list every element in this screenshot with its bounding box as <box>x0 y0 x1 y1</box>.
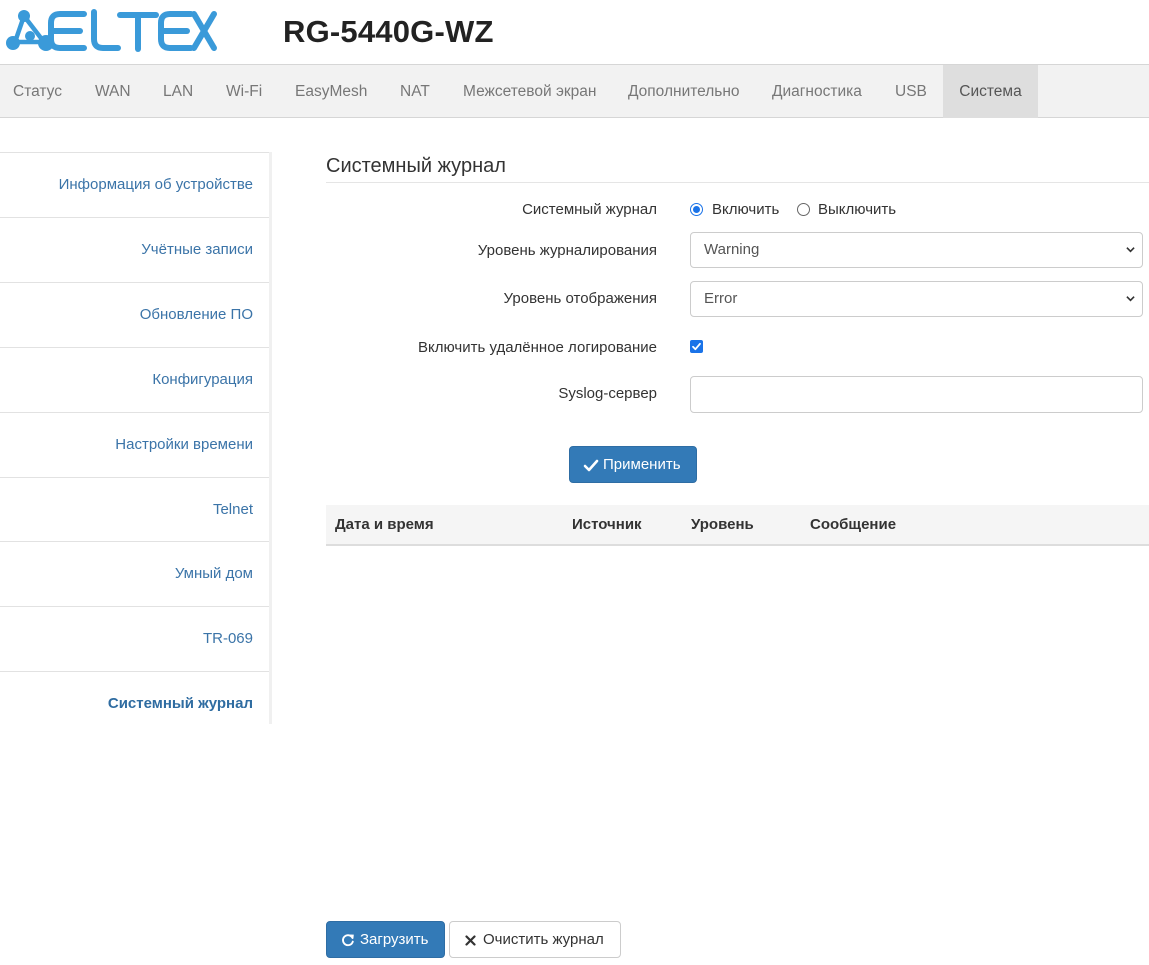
syslog-enable-radio[interactable] <box>690 203 703 216</box>
sidebar-item-device-info[interactable]: Информация об устройстве <box>0 152 269 217</box>
refresh-icon <box>342 934 354 947</box>
display-level-label: Уровень отображения <box>503 290 657 307</box>
remote-logging-checkbox[interactable] <box>690 340 703 353</box>
sidebar-item-tr069[interactable]: TR-069 <box>0 606 269 671</box>
nav-tab-system[interactable]: Система <box>943 65 1038 118</box>
nav-tab-diagnostics[interactable]: Диагностика <box>772 65 862 118</box>
sidebar: Информация об устройстве Учётные записи … <box>0 152 272 724</box>
nav-tab-wan[interactable]: WAN <box>95 65 131 118</box>
nav-tab-firewall[interactable]: Межсетевой экран <box>463 65 596 118</box>
nav-tab-status[interactable]: Статус <box>13 65 62 118</box>
sidebar-item-accounts[interactable]: Учётные записи <box>0 217 269 282</box>
nav-tab-usb[interactable]: USB <box>895 65 927 118</box>
syslog-disable-radio[interactable] <box>797 203 810 216</box>
sidebar-item-telnet[interactable]: Telnet <box>0 477 269 542</box>
nav-tab-nat[interactable]: NAT <box>400 65 430 118</box>
log-level-value: Warning <box>704 241 760 258</box>
column-header-datetime: Дата и время <box>335 516 434 533</box>
log-level-label: Уровень журналирования <box>477 242 657 259</box>
column-header-level: Уровень <box>691 516 754 533</box>
clear-log-button[interactable]: Очистить журнал <box>449 921 621 958</box>
chevron-down-icon <box>1126 247 1135 253</box>
column-header-message: Сообщение <box>810 516 897 533</box>
nav-tab-easymesh[interactable]: EasyMesh <box>295 65 367 118</box>
syslog-label: Системный журнал <box>522 201 657 218</box>
display-level-select[interactable]: Error <box>690 281 1143 317</box>
display-level-value: Error <box>704 290 738 307</box>
syslog-server-label: Syslog-сервер <box>558 385 657 402</box>
syslog-server-input[interactable] <box>690 376 1143 413</box>
nav-tab-wifi[interactable]: Wi-Fi <box>226 65 262 118</box>
header: RG-5440G-WZ <box>0 0 1149 64</box>
sidebar-item-time-settings[interactable]: Настройки времени <box>0 412 269 477</box>
title-divider <box>326 182 1149 183</box>
apply-button-label: Применить <box>603 456 681 473</box>
syslog-disable-label[interactable]: Выключить <box>818 201 896 218</box>
top-nav: Статус WAN LAN Wi-Fi EasyMesh NAT Межсет… <box>0 64 1149 118</box>
log-table-header: Дата и время Источник Уровень Сообщение <box>326 505 1149 546</box>
device-model: RG-5440G-WZ <box>283 14 494 49</box>
close-icon <box>465 935 476 946</box>
load-button-label: Загрузить <box>360 931 429 948</box>
log-level-select[interactable]: Warning <box>690 232 1143 268</box>
nav-tab-lan[interactable]: LAN <box>163 65 193 118</box>
apply-button[interactable]: Применить <box>569 446 697 483</box>
column-header-source: Источник <box>572 516 642 533</box>
syslog-enable-label[interactable]: Включить <box>712 201 779 218</box>
chevron-down-icon <box>1126 296 1135 302</box>
eltex-logo <box>4 6 219 56</box>
check-icon <box>692 342 701 351</box>
sidebar-item-smart-home[interactable]: Умный дом <box>0 541 269 606</box>
checkmark-icon <box>583 459 599 472</box>
remote-logging-label: Включить удалённое логирование <box>417 339 657 356</box>
clear-log-button-label: Очистить журнал <box>483 931 604 948</box>
sidebar-item-configuration[interactable]: Конфигурация <box>0 347 269 412</box>
load-button[interactable]: Загрузить <box>326 921 445 958</box>
sidebar-item-firmware-update[interactable]: Обновление ПО <box>0 282 269 347</box>
page-title: Системный журнал <box>326 155 506 177</box>
nav-tab-advanced[interactable]: Дополнительно <box>628 65 740 118</box>
sidebar-item-syslog[interactable]: Системный журнал <box>0 671 269 736</box>
